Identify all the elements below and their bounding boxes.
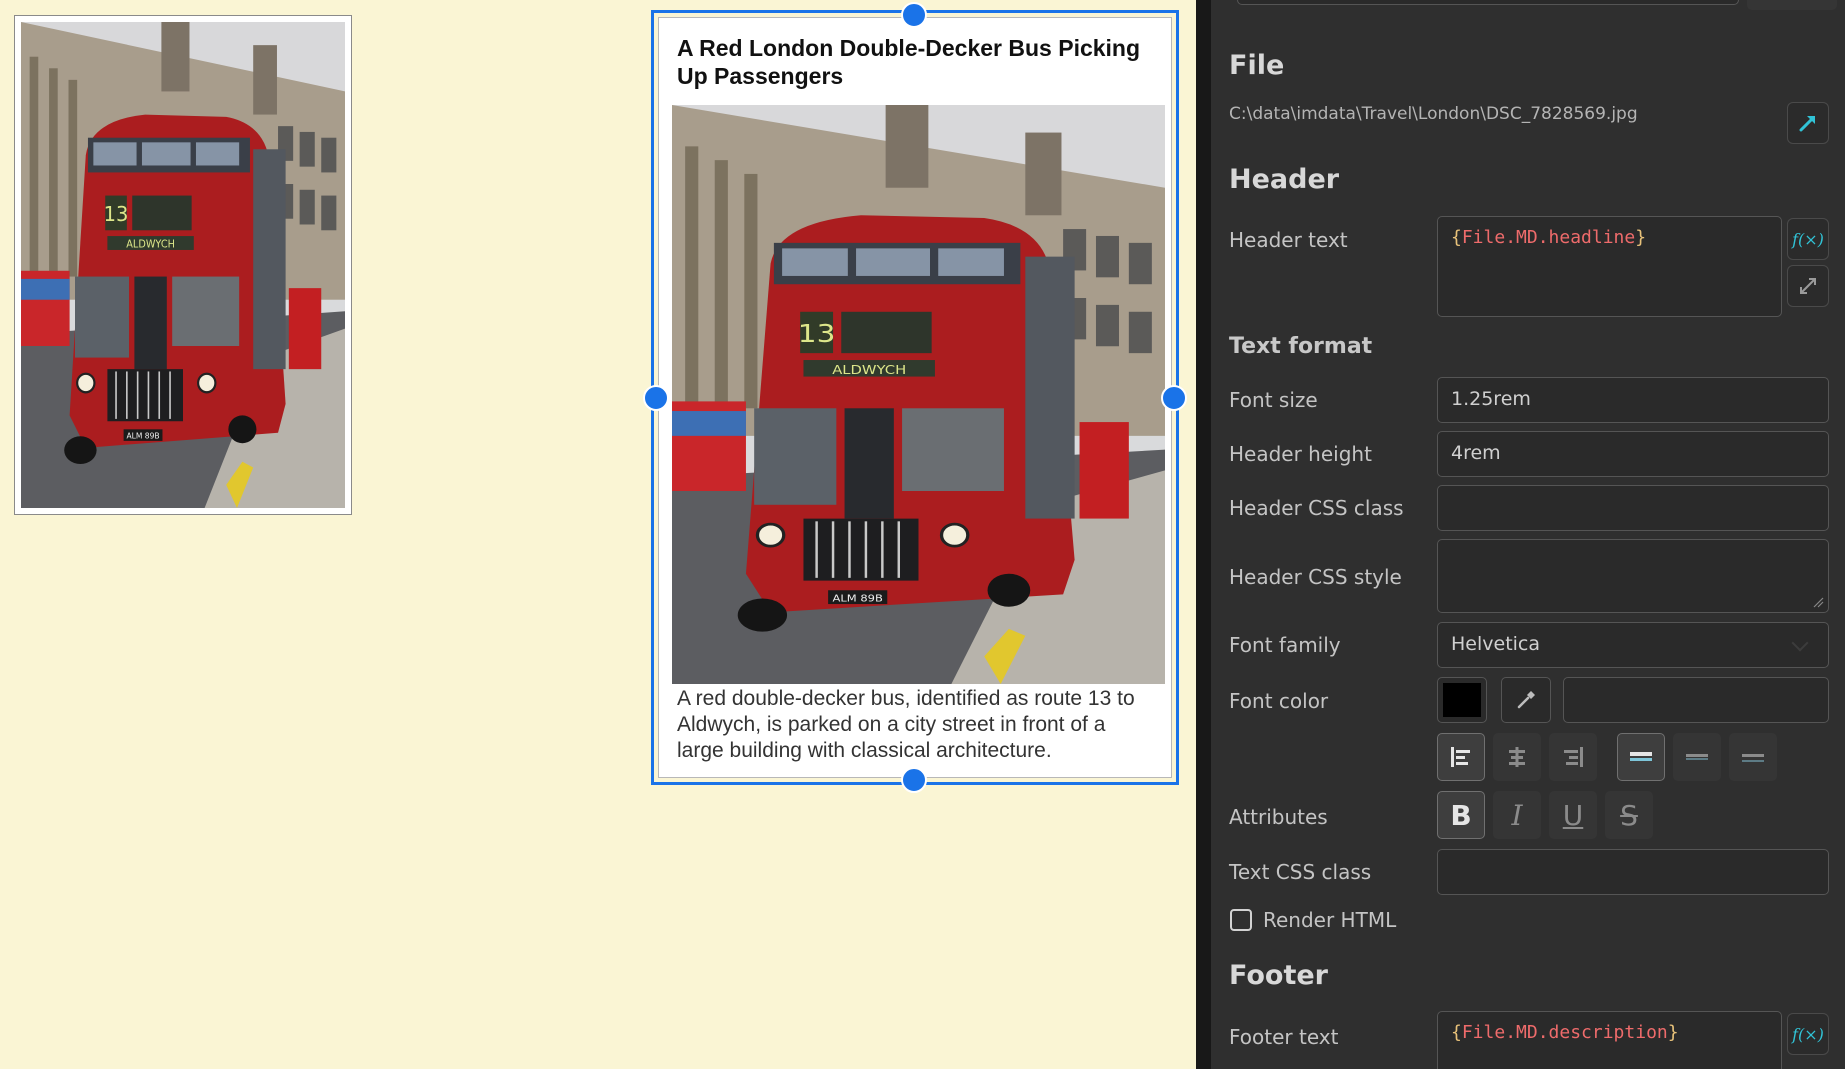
font-size-input[interactable]: 1.25rem <box>1437 377 1829 423</box>
top-button-partial[interactable] <box>1747 0 1837 10</box>
align-center-icon <box>1509 747 1525 767</box>
header-text-input[interactable]: {File.MD.headline} <box>1437 216 1782 317</box>
eyedropper-icon <box>1517 691 1535 709</box>
header-section-title: Header <box>1229 164 1340 195</box>
resize-grip-icon[interactable] <box>1812 596 1824 608</box>
text-css-class-label: Text CSS class <box>1229 860 1372 884</box>
underline-button[interactable]: U <box>1549 791 1597 839</box>
align-right-icon <box>1564 747 1583 767</box>
eyedropper-button[interactable] <box>1501 677 1551 723</box>
resize-handle-left[interactable] <box>643 385 669 411</box>
locate-icon <box>1799 116 1815 132</box>
attributes-label: Attributes <box>1229 805 1328 829</box>
header-fx-button[interactable]: f(×) <box>1787 218 1829 260</box>
bold-icon: B <box>1450 798 1472 832</box>
card-footer-text: A red double-decker bus, identified as r… <box>677 687 1135 762</box>
footer-section-title: Footer <box>1229 960 1328 991</box>
header-text-expression: File.MD.headline <box>1461 227 1636 248</box>
font-family-select[interactable]: Helvetica <box>1437 622 1829 668</box>
font-family-label: Font family <box>1229 633 1341 657</box>
resize-handle-top[interactable] <box>901 2 927 28</box>
valign-bottom-icon <box>1742 754 1764 762</box>
valign-top-icon <box>1630 752 1652 761</box>
chevron-down-icon <box>1791 634 1809 652</box>
footer-fx-button[interactable]: f(×) <box>1787 1013 1829 1055</box>
underline-icon: U <box>1562 798 1584 832</box>
footer-text-close-brace: } <box>1667 1022 1679 1043</box>
align-center-button[interactable] <box>1493 733 1541 781</box>
font-color-input[interactable] <box>1563 677 1829 723</box>
header-height-label: Header height <box>1229 442 1372 466</box>
italic-icon: I <box>1511 798 1523 832</box>
panel-divider[interactable] <box>1196 0 1211 1069</box>
header-css-class-input[interactable] <box>1437 485 1829 531</box>
card-body: A Red London Double-Decker Bus Picking U… <box>658 17 1172 778</box>
italic-button[interactable]: I <box>1493 791 1541 839</box>
header-css-style-input[interactable] <box>1437 539 1829 613</box>
bus-photo-main <box>672 105 1165 684</box>
render-html-label: Render HTML <box>1263 908 1397 932</box>
valign-middle-icon <box>1686 754 1708 760</box>
footer-text-label: Footer text <box>1229 1025 1339 1049</box>
font-color-swatch-fill <box>1443 683 1481 717</box>
align-left-icon <box>1451 747 1470 767</box>
text-css-class-input[interactable] <box>1437 849 1829 895</box>
header-text-close-brace: } <box>1635 227 1647 248</box>
header-css-style-label: Header CSS style <box>1229 565 1402 589</box>
top-field-partial[interactable] <box>1237 0 1739 5</box>
expand-icon <box>1800 278 1816 294</box>
header-text-open-brace: { <box>1451 227 1462 248</box>
font-family-value: Helvetica <box>1451 633 1541 655</box>
font-color-swatch[interactable] <box>1437 677 1487 723</box>
file-section-title: File <box>1229 50 1285 81</box>
header-height-input[interactable]: 4rem <box>1437 431 1829 477</box>
function-icon: f(×) <box>1792 1024 1824 1044</box>
resize-handle-right[interactable] <box>1161 385 1187 411</box>
card-header-text: A Red London Double-Decker Bus Picking U… <box>677 35 1141 89</box>
valign-middle-button[interactable] <box>1673 733 1721 781</box>
footer-text-expression: File.MD.description <box>1461 1022 1668 1043</box>
font-color-label: Font color <box>1229 689 1329 713</box>
locate-file-button[interactable] <box>1787 102 1829 144</box>
file-path: C:\data\imdata\Travel\London\DSC_7828569… <box>1229 104 1638 124</box>
resize-handle-bottom[interactable] <box>901 767 927 793</box>
valign-bottom-button[interactable] <box>1729 733 1777 781</box>
layout-canvas[interactable]: A Red London Double-Decker Bus Picking U… <box>0 0 1196 1069</box>
footer-text-open-brace: { <box>1451 1022 1462 1043</box>
bold-button[interactable]: B <box>1437 791 1485 839</box>
font-size-label: Font size <box>1229 388 1318 412</box>
header-expand-button[interactable] <box>1787 265 1829 307</box>
strikethrough-icon: S <box>1620 798 1638 832</box>
render-html-checkbox[interactable] <box>1230 909 1252 931</box>
header-css-class-label: Header CSS class <box>1229 496 1404 520</box>
thumbnail-card[interactable] <box>14 15 352 515</box>
text-format-title: Text format <box>1229 334 1373 359</box>
header-text-label: Header text <box>1229 228 1348 252</box>
function-icon: f(×) <box>1792 229 1824 249</box>
align-right-button[interactable] <box>1549 733 1597 781</box>
align-left-button[interactable] <box>1437 733 1485 781</box>
footer-text-input[interactable]: {File.MD.description} <box>1437 1011 1782 1069</box>
bus-photo-thumbnail <box>21 22 345 508</box>
valign-top-button[interactable] <box>1617 733 1665 781</box>
strikethrough-button[interactable]: S <box>1605 791 1653 839</box>
properties-panel: File C:\data\imdata\Travel\London\DSC_78… <box>1211 0 1845 1069</box>
selected-card[interactable]: A Red London Double-Decker Bus Picking U… <box>651 10 1179 785</box>
